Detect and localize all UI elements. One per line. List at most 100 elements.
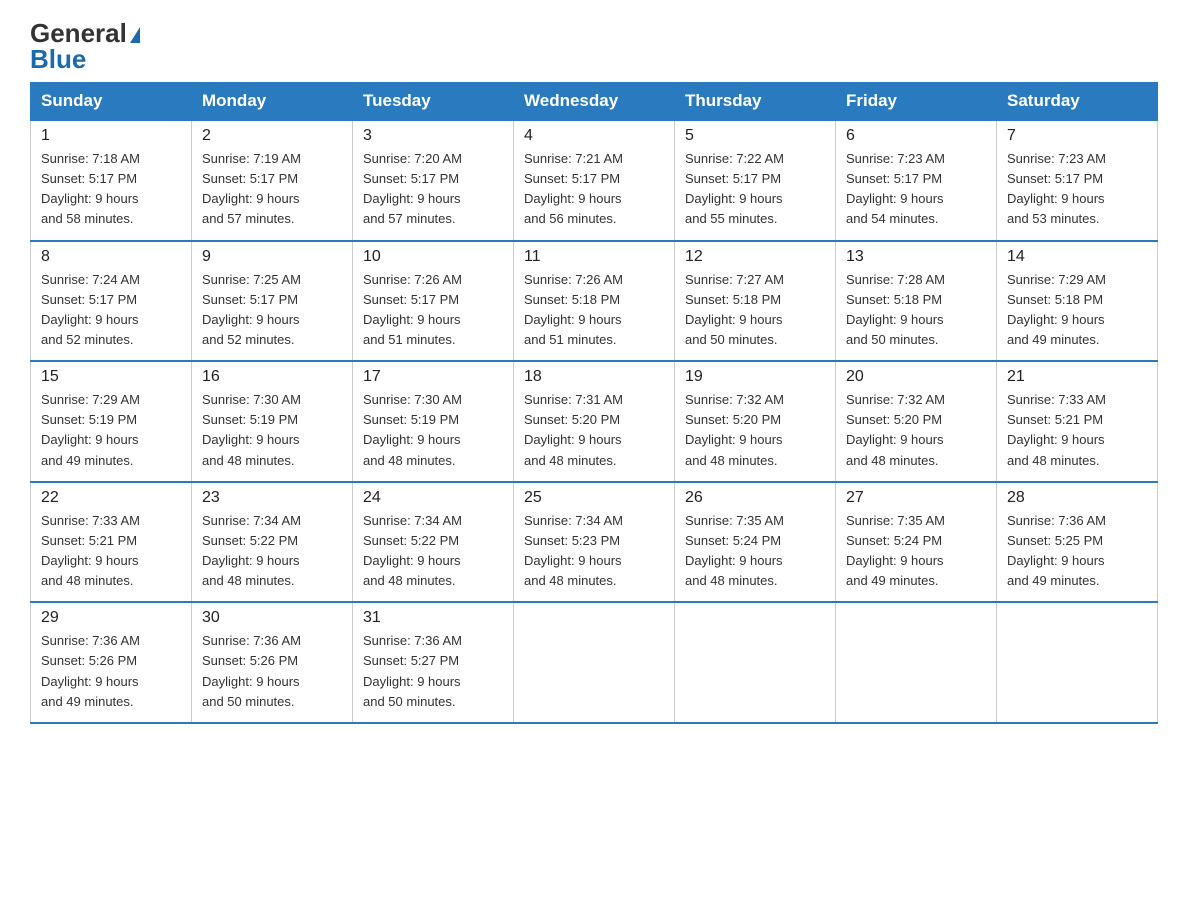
calendar-week-row: 29 Sunrise: 7:36 AM Sunset: 5:26 PM Dayl… bbox=[31, 602, 1158, 723]
day-number: 14 bbox=[1007, 248, 1147, 266]
calendar-cell: 2 Sunrise: 7:19 AM Sunset: 5:17 PM Dayli… bbox=[192, 120, 353, 241]
calendar-cell: 17 Sunrise: 7:30 AM Sunset: 5:19 PM Dayl… bbox=[353, 361, 514, 482]
day-number: 16 bbox=[202, 368, 342, 386]
calendar-cell: 10 Sunrise: 7:26 AM Sunset: 5:17 PM Dayl… bbox=[353, 241, 514, 362]
calendar-cell: 15 Sunrise: 7:29 AM Sunset: 5:19 PM Dayl… bbox=[31, 361, 192, 482]
day-info: Sunrise: 7:35 AM Sunset: 5:24 PM Dayligh… bbox=[846, 513, 945, 588]
day-info: Sunrise: 7:23 AM Sunset: 5:17 PM Dayligh… bbox=[1007, 151, 1106, 226]
day-number: 8 bbox=[41, 248, 181, 266]
day-number: 2 bbox=[202, 127, 342, 145]
day-number: 30 bbox=[202, 609, 342, 627]
day-info: Sunrise: 7:30 AM Sunset: 5:19 PM Dayligh… bbox=[202, 392, 301, 467]
day-info: Sunrise: 7:29 AM Sunset: 5:18 PM Dayligh… bbox=[1007, 272, 1106, 347]
logo-triangle-icon bbox=[130, 27, 140, 43]
day-info: Sunrise: 7:27 AM Sunset: 5:18 PM Dayligh… bbox=[685, 272, 784, 347]
header-sunday: Sunday bbox=[31, 83, 192, 121]
day-info: Sunrise: 7:34 AM Sunset: 5:23 PM Dayligh… bbox=[524, 513, 623, 588]
day-info: Sunrise: 7:24 AM Sunset: 5:17 PM Dayligh… bbox=[41, 272, 140, 347]
day-number: 25 bbox=[524, 489, 664, 507]
calendar-cell: 7 Sunrise: 7:23 AM Sunset: 5:17 PM Dayli… bbox=[997, 120, 1158, 241]
day-info: Sunrise: 7:19 AM Sunset: 5:17 PM Dayligh… bbox=[202, 151, 301, 226]
day-number: 22 bbox=[41, 489, 181, 507]
day-number: 28 bbox=[1007, 489, 1147, 507]
logo-blue-text: Blue bbox=[30, 46, 86, 72]
header-friday: Friday bbox=[836, 83, 997, 121]
day-number: 4 bbox=[524, 127, 664, 145]
calendar-cell: 22 Sunrise: 7:33 AM Sunset: 5:21 PM Dayl… bbox=[31, 482, 192, 603]
header-saturday: Saturday bbox=[997, 83, 1158, 121]
day-number: 9 bbox=[202, 248, 342, 266]
day-number: 12 bbox=[685, 248, 825, 266]
day-number: 26 bbox=[685, 489, 825, 507]
calendar-cell: 12 Sunrise: 7:27 AM Sunset: 5:18 PM Dayl… bbox=[675, 241, 836, 362]
day-number: 20 bbox=[846, 368, 986, 386]
calendar-cell: 24 Sunrise: 7:34 AM Sunset: 5:22 PM Dayl… bbox=[353, 482, 514, 603]
calendar-cell: 31 Sunrise: 7:36 AM Sunset: 5:27 PM Dayl… bbox=[353, 602, 514, 723]
calendar-cell bbox=[836, 602, 997, 723]
calendar-cell: 9 Sunrise: 7:25 AM Sunset: 5:17 PM Dayli… bbox=[192, 241, 353, 362]
calendar-cell: 1 Sunrise: 7:18 AM Sunset: 5:17 PM Dayli… bbox=[31, 120, 192, 241]
header-monday: Monday bbox=[192, 83, 353, 121]
day-info: Sunrise: 7:34 AM Sunset: 5:22 PM Dayligh… bbox=[363, 513, 462, 588]
day-number: 18 bbox=[524, 368, 664, 386]
calendar-cell: 18 Sunrise: 7:31 AM Sunset: 5:20 PM Dayl… bbox=[514, 361, 675, 482]
calendar-cell: 23 Sunrise: 7:34 AM Sunset: 5:22 PM Dayl… bbox=[192, 482, 353, 603]
calendar-cell: 4 Sunrise: 7:21 AM Sunset: 5:17 PM Dayli… bbox=[514, 120, 675, 241]
calendar-week-row: 1 Sunrise: 7:18 AM Sunset: 5:17 PM Dayli… bbox=[31, 120, 1158, 241]
calendar-cell: 21 Sunrise: 7:33 AM Sunset: 5:21 PM Dayl… bbox=[997, 361, 1158, 482]
header-thursday: Thursday bbox=[675, 83, 836, 121]
day-info: Sunrise: 7:29 AM Sunset: 5:19 PM Dayligh… bbox=[41, 392, 140, 467]
day-info: Sunrise: 7:25 AM Sunset: 5:17 PM Dayligh… bbox=[202, 272, 301, 347]
day-info: Sunrise: 7:23 AM Sunset: 5:17 PM Dayligh… bbox=[846, 151, 945, 226]
day-info: Sunrise: 7:22 AM Sunset: 5:17 PM Dayligh… bbox=[685, 151, 784, 226]
day-info: Sunrise: 7:26 AM Sunset: 5:18 PM Dayligh… bbox=[524, 272, 623, 347]
day-number: 7 bbox=[1007, 127, 1147, 145]
logo: General Blue bbox=[30, 20, 140, 72]
day-info: Sunrise: 7:30 AM Sunset: 5:19 PM Dayligh… bbox=[363, 392, 462, 467]
day-number: 29 bbox=[41, 609, 181, 627]
day-number: 3 bbox=[363, 127, 503, 145]
calendar-cell: 3 Sunrise: 7:20 AM Sunset: 5:17 PM Dayli… bbox=[353, 120, 514, 241]
day-info: Sunrise: 7:32 AM Sunset: 5:20 PM Dayligh… bbox=[846, 392, 945, 467]
day-number: 21 bbox=[1007, 368, 1147, 386]
day-info: Sunrise: 7:35 AM Sunset: 5:24 PM Dayligh… bbox=[685, 513, 784, 588]
day-info: Sunrise: 7:26 AM Sunset: 5:17 PM Dayligh… bbox=[363, 272, 462, 347]
calendar-cell: 27 Sunrise: 7:35 AM Sunset: 5:24 PM Dayl… bbox=[836, 482, 997, 603]
calendar-cell: 20 Sunrise: 7:32 AM Sunset: 5:20 PM Dayl… bbox=[836, 361, 997, 482]
calendar-week-row: 22 Sunrise: 7:33 AM Sunset: 5:21 PM Dayl… bbox=[31, 482, 1158, 603]
day-number: 10 bbox=[363, 248, 503, 266]
day-number: 19 bbox=[685, 368, 825, 386]
day-number: 1 bbox=[41, 127, 181, 145]
day-number: 24 bbox=[363, 489, 503, 507]
calendar-cell: 5 Sunrise: 7:22 AM Sunset: 5:17 PM Dayli… bbox=[675, 120, 836, 241]
day-info: Sunrise: 7:18 AM Sunset: 5:17 PM Dayligh… bbox=[41, 151, 140, 226]
calendar-cell: 28 Sunrise: 7:36 AM Sunset: 5:25 PM Dayl… bbox=[997, 482, 1158, 603]
calendar-cell: 30 Sunrise: 7:36 AM Sunset: 5:26 PM Dayl… bbox=[192, 602, 353, 723]
calendar-cell bbox=[514, 602, 675, 723]
page-header: General Blue bbox=[30, 20, 1158, 72]
header-tuesday: Tuesday bbox=[353, 83, 514, 121]
day-number: 5 bbox=[685, 127, 825, 145]
calendar-cell: 16 Sunrise: 7:30 AM Sunset: 5:19 PM Dayl… bbox=[192, 361, 353, 482]
calendar-cell: 8 Sunrise: 7:24 AM Sunset: 5:17 PM Dayli… bbox=[31, 241, 192, 362]
day-info: Sunrise: 7:34 AM Sunset: 5:22 PM Dayligh… bbox=[202, 513, 301, 588]
calendar-table: SundayMondayTuesdayWednesdayThursdayFrid… bbox=[30, 82, 1158, 724]
day-info: Sunrise: 7:21 AM Sunset: 5:17 PM Dayligh… bbox=[524, 151, 623, 226]
day-info: Sunrise: 7:36 AM Sunset: 5:26 PM Dayligh… bbox=[202, 633, 301, 708]
calendar-cell: 11 Sunrise: 7:26 AM Sunset: 5:18 PM Dayl… bbox=[514, 241, 675, 362]
day-number: 17 bbox=[363, 368, 503, 386]
day-info: Sunrise: 7:32 AM Sunset: 5:20 PM Dayligh… bbox=[685, 392, 784, 467]
calendar-header-row: SundayMondayTuesdayWednesdayThursdayFrid… bbox=[31, 83, 1158, 121]
calendar-cell: 26 Sunrise: 7:35 AM Sunset: 5:24 PM Dayl… bbox=[675, 482, 836, 603]
day-info: Sunrise: 7:36 AM Sunset: 5:25 PM Dayligh… bbox=[1007, 513, 1106, 588]
day-info: Sunrise: 7:33 AM Sunset: 5:21 PM Dayligh… bbox=[1007, 392, 1106, 467]
day-info: Sunrise: 7:20 AM Sunset: 5:17 PM Dayligh… bbox=[363, 151, 462, 226]
calendar-cell: 14 Sunrise: 7:29 AM Sunset: 5:18 PM Dayl… bbox=[997, 241, 1158, 362]
day-info: Sunrise: 7:31 AM Sunset: 5:20 PM Dayligh… bbox=[524, 392, 623, 467]
calendar-cell: 19 Sunrise: 7:32 AM Sunset: 5:20 PM Dayl… bbox=[675, 361, 836, 482]
day-info: Sunrise: 7:36 AM Sunset: 5:27 PM Dayligh… bbox=[363, 633, 462, 708]
day-number: 31 bbox=[363, 609, 503, 627]
day-number: 23 bbox=[202, 489, 342, 507]
day-info: Sunrise: 7:28 AM Sunset: 5:18 PM Dayligh… bbox=[846, 272, 945, 347]
day-number: 13 bbox=[846, 248, 986, 266]
